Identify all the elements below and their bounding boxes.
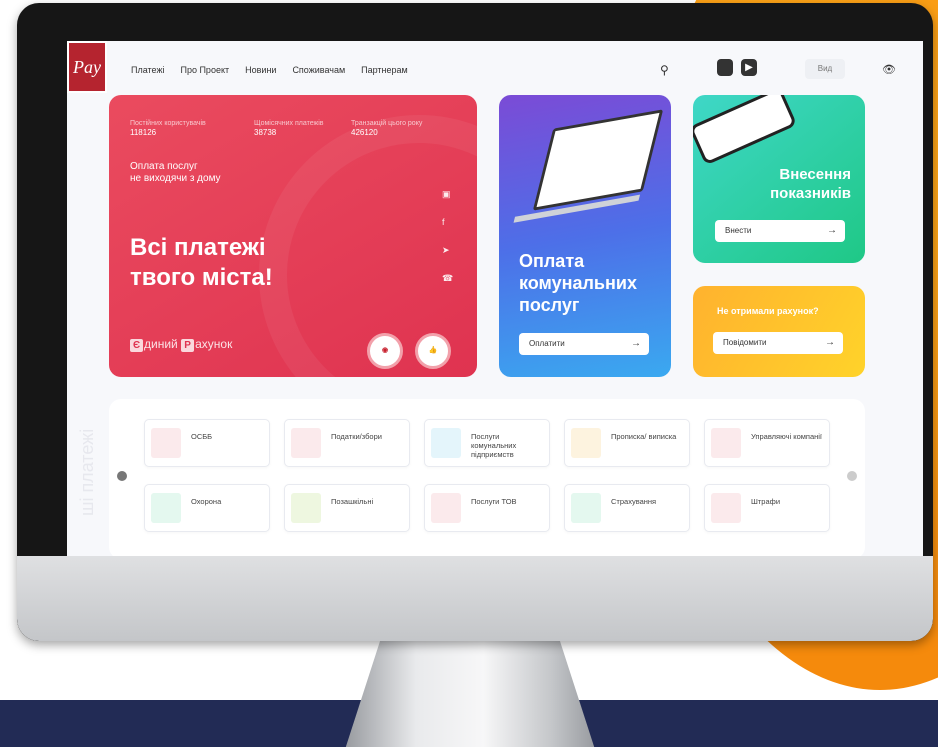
category-tile-security[interactable]: Охорона xyxy=(144,484,270,532)
stat-users-value: 118126 xyxy=(130,128,157,137)
category-tile-tov[interactable]: Послуги ТОВ xyxy=(424,484,550,532)
management-icon xyxy=(711,428,741,458)
eye-icon[interactable]: 👁 xyxy=(882,63,896,76)
category-label: Послуги комунальних підприємств xyxy=(471,432,517,459)
submit-readings-label: Внести xyxy=(725,226,752,235)
stat-monthly-value: 38738 xyxy=(254,128,277,137)
quality-mark-icon: 👍 xyxy=(415,333,451,369)
facebook-icon[interactable]: f xyxy=(442,217,445,227)
google-play-icon[interactable]: ▶ xyxy=(741,59,757,76)
brand-letter-e: Є xyxy=(130,339,143,352)
nav-item-consumers[interactable]: Споживачам xyxy=(292,65,345,75)
pay-button[interactable]: Оплатити → xyxy=(519,333,649,355)
carousel-next-button[interactable] xyxy=(847,471,857,481)
stat-transactions: Транзакцій цього року 426120 xyxy=(351,119,422,137)
report-button[interactable]: Повідомити → xyxy=(713,332,843,354)
hero-subtitle-line2: не виходячи з дому xyxy=(130,173,221,184)
umbrella-icon xyxy=(571,493,601,523)
monitor-chin xyxy=(17,556,933,641)
meters-title-line2: показників xyxy=(770,185,851,202)
pay-button-label: Оплатити xyxy=(529,339,565,348)
nav-item-news[interactable]: Новини xyxy=(245,65,276,75)
main-nav: Платежі Про Проект Новини Споживачам Пар… xyxy=(131,65,408,75)
category-tile-osbb[interactable]: ОСББ xyxy=(144,419,270,467)
website-screen: Pay Платежі Про Проект Новини Споживачам… xyxy=(67,41,923,556)
category-label: Охорона xyxy=(191,497,222,506)
stat-users: Постійних користувачів 118126 xyxy=(130,119,206,137)
category-label: Прописка/ виписка xyxy=(611,432,677,441)
tax-icon xyxy=(291,428,321,458)
document-icon xyxy=(571,428,601,458)
hero-subtitle-line1: Оплата послуг xyxy=(130,161,198,172)
arrow-right-icon: → xyxy=(825,337,835,348)
category-label: Податки/збори xyxy=(331,432,382,441)
category-tile-fines[interactable]: Штрафи xyxy=(704,484,830,532)
category-label: Управляючі компанії xyxy=(751,432,823,441)
instagram-icon[interactable]: ▣ xyxy=(442,189,451,200)
monitor-stand xyxy=(345,630,595,747)
stat-monthly-label: Щомісячних платежів xyxy=(254,120,324,127)
brand-word1: диний xyxy=(144,337,178,351)
utilities-card[interactable]: Оплата комунальних послуг Оплатити → xyxy=(499,95,671,377)
utilities-title-line3: послуг xyxy=(519,295,580,315)
company-icon xyxy=(431,493,461,523)
hero-title-line2: твого міста! xyxy=(130,264,273,291)
shield-icon xyxy=(151,493,181,523)
carousel-prev-button[interactable] xyxy=(117,471,127,481)
stat-transactions-label: Транзакцій цього року xyxy=(351,120,423,127)
hero-title: Всі платежі твого міста! xyxy=(130,233,273,293)
stat-users-label: Постійних користувачів xyxy=(130,120,206,127)
categories-side-label: ші платежі xyxy=(77,428,97,516)
search-icon[interactable]: ⚲ xyxy=(660,63,669,77)
category-tile-registration[interactable]: Прописка/ виписка xyxy=(564,419,690,467)
seal-badge-icon: ◉ xyxy=(367,333,403,369)
category-label: Послуги ТОВ xyxy=(471,497,517,506)
brand-word2: ахунок xyxy=(195,337,233,351)
stat-monthly: Щомісячних платежів 38738 xyxy=(254,119,324,137)
gavel-icon xyxy=(711,493,741,523)
monitor: Pay Платежі Про Проект Новини Споживачам… xyxy=(17,3,933,641)
utilities-title-line1: Оплата xyxy=(519,251,585,271)
arrow-right-icon: → xyxy=(827,225,837,236)
stage: Pay Платежі Про Проект Новини Споживачам… xyxy=(0,0,938,747)
brand-edyniy-rakhunok: Єдиний Рахунок xyxy=(130,337,232,352)
viber-icon[interactable]: ☎ xyxy=(442,273,453,284)
utilities-title-line2: комунальних xyxy=(519,273,637,293)
submit-readings-button[interactable]: Внести → xyxy=(715,220,845,242)
category-label: Страхування xyxy=(611,497,657,506)
utilities-title: Оплата комунальних послуг xyxy=(519,250,637,316)
hero-title-line1: Всі платежі xyxy=(130,234,266,261)
report-button-label: Повідомити xyxy=(723,338,767,347)
no-bill-card[interactable]: Не отримали рахунок? Повідомити → xyxy=(693,286,865,377)
category-tile-management[interactable]: Управляючі компанії xyxy=(704,419,830,467)
view-select[interactable]: Вид xyxy=(805,59,845,79)
category-label: Штрафи xyxy=(751,497,781,506)
category-label: Позашкільні xyxy=(331,497,374,506)
palette-icon xyxy=(291,493,321,523)
hero-subtitle: Оплата послуг не виходячи з дому xyxy=(130,161,221,185)
category-tile-communal[interactable]: Послуги комунальних підприємств xyxy=(424,419,550,467)
laptop-illustration xyxy=(532,109,664,211)
meters-title-line1: Внесення xyxy=(779,166,851,183)
meters-card[interactable]: Внесення показників Внести → xyxy=(693,95,865,263)
no-bill-question: Не отримали рахунок? xyxy=(717,306,819,316)
category-label: ОСББ xyxy=(191,432,213,441)
nav-item-about[interactable]: Про Проект xyxy=(180,65,229,75)
brand-letter-r: Р xyxy=(181,339,195,352)
stat-transactions-value: 426120 xyxy=(351,128,378,137)
telegram-icon[interactable]: ➤ xyxy=(442,245,450,256)
nav-item-partners[interactable]: Партнерам xyxy=(361,65,408,75)
category-tile-extracurricular[interactable]: Позашкільні xyxy=(284,484,410,532)
meters-title: Внесення показників xyxy=(770,165,851,203)
category-tile-insurance[interactable]: Страхування xyxy=(564,484,690,532)
building-icon xyxy=(151,428,181,458)
category-tile-taxes[interactable]: Податки/збори xyxy=(284,419,410,467)
phone-illustration xyxy=(693,95,798,166)
app-store-icon[interactable] xyxy=(717,59,733,76)
arrow-right-icon: → xyxy=(631,338,641,349)
nav-item-payments[interactable]: Платежі xyxy=(131,65,164,75)
hero-card: Постійних користувачів 118126 Щомісячних … xyxy=(109,95,477,377)
gear-icon xyxy=(431,428,461,458)
site-logo[interactable]: Pay xyxy=(67,41,107,93)
